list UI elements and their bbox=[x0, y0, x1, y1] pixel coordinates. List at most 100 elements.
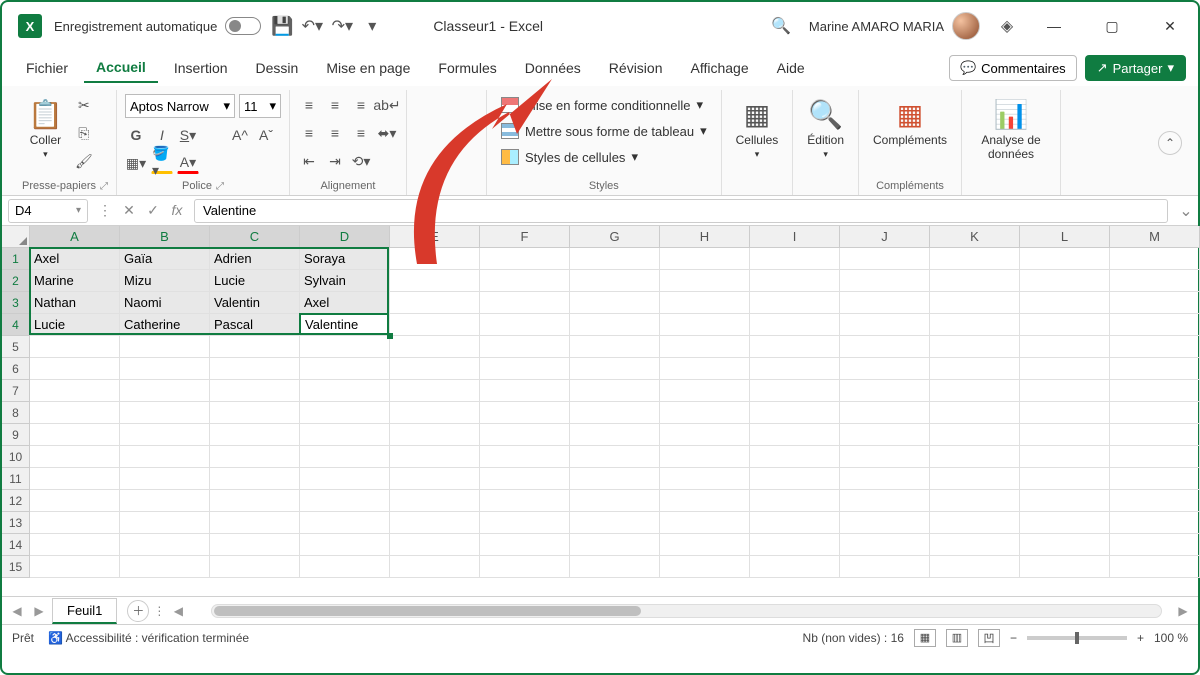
save-icon[interactable]: 💾 bbox=[273, 17, 291, 35]
cell[interactable] bbox=[570, 468, 660, 490]
cell[interactable] bbox=[300, 336, 390, 358]
cell[interactable] bbox=[120, 402, 210, 424]
name-box[interactable]: D4▾ bbox=[8, 199, 88, 223]
cell[interactable] bbox=[210, 490, 300, 512]
cell[interactable] bbox=[750, 490, 840, 512]
align-bottom-icon[interactable]: ≡ bbox=[350, 94, 372, 116]
column-header[interactable]: A bbox=[30, 226, 120, 248]
hscroll-left-icon[interactable]: ◀ bbox=[169, 604, 187, 618]
row-header[interactable]: 14 bbox=[2, 534, 30, 556]
tab-view[interactable]: Affichage bbox=[679, 54, 761, 82]
cell[interactable] bbox=[1020, 336, 1110, 358]
column-header[interactable]: E bbox=[390, 226, 480, 248]
cell[interactable] bbox=[1020, 270, 1110, 292]
cell[interactable] bbox=[30, 534, 120, 556]
cell[interactable] bbox=[840, 336, 930, 358]
cell[interactable] bbox=[1110, 556, 1200, 578]
row-header[interactable]: 7 bbox=[2, 380, 30, 402]
cell[interactable] bbox=[570, 402, 660, 424]
cell[interactable] bbox=[30, 336, 120, 358]
column-header[interactable]: C bbox=[210, 226, 300, 248]
column-header[interactable]: D bbox=[300, 226, 390, 248]
grow-font-icon[interactable]: A^ bbox=[229, 124, 251, 146]
cancel-edit-icon[interactable]: ✕ bbox=[118, 202, 140, 219]
cell[interactable] bbox=[480, 446, 570, 468]
cancel-formula-icon[interactable]: ⋮ bbox=[94, 202, 116, 219]
cell[interactable] bbox=[300, 358, 390, 380]
cell[interactable] bbox=[570, 424, 660, 446]
cell[interactable] bbox=[480, 534, 570, 556]
cell[interactable] bbox=[1020, 534, 1110, 556]
minimize-button[interactable]: — bbox=[1034, 10, 1074, 42]
cell[interactable] bbox=[930, 402, 1020, 424]
cell[interactable] bbox=[210, 446, 300, 468]
cell[interactable] bbox=[1110, 424, 1200, 446]
cell[interactable] bbox=[210, 468, 300, 490]
cell[interactable] bbox=[1110, 468, 1200, 490]
cell[interactable] bbox=[660, 534, 750, 556]
cell[interactable] bbox=[210, 534, 300, 556]
cell[interactable] bbox=[1110, 358, 1200, 380]
cell[interactable] bbox=[1020, 248, 1110, 270]
cell[interactable] bbox=[570, 292, 660, 314]
cell[interactable] bbox=[480, 424, 570, 446]
format-painter-icon[interactable]: 🖌 bbox=[73, 150, 95, 172]
cell[interactable] bbox=[750, 424, 840, 446]
merge-button[interactable]: ⬌▾ bbox=[376, 122, 398, 144]
cell-styles-button[interactable]: Styles de cellules ▾ bbox=[495, 146, 644, 168]
tab-help[interactable]: Aide bbox=[765, 54, 817, 82]
cell[interactable]: Naomi bbox=[120, 292, 210, 314]
cell[interactable] bbox=[660, 292, 750, 314]
cell[interactable] bbox=[1110, 534, 1200, 556]
hscroll-right-icon[interactable]: ▶ bbox=[1174, 604, 1192, 618]
cell[interactable] bbox=[750, 446, 840, 468]
cell[interactable] bbox=[480, 402, 570, 424]
cell[interactable] bbox=[660, 314, 750, 336]
cell[interactable] bbox=[750, 402, 840, 424]
cell[interactable] bbox=[840, 402, 930, 424]
cell[interactable] bbox=[120, 358, 210, 380]
row-header[interactable]: 12 bbox=[2, 490, 30, 512]
cell[interactable] bbox=[120, 336, 210, 358]
cells-button[interactable]: ▦ Cellules ▾ bbox=[730, 94, 785, 164]
font-size-combo[interactable]: 11▾ bbox=[239, 94, 281, 118]
undo-icon[interactable]: ↶▾ bbox=[303, 17, 321, 35]
cell[interactable] bbox=[480, 468, 570, 490]
cell[interactable] bbox=[660, 556, 750, 578]
orientation-icon[interactable]: ⟲▾ bbox=[350, 150, 372, 172]
cell[interactable] bbox=[390, 292, 480, 314]
cell[interactable] bbox=[1110, 380, 1200, 402]
cell[interactable]: Valentine bbox=[300, 314, 390, 336]
align-center-icon[interactable]: ≡ bbox=[324, 122, 346, 144]
cell[interactable] bbox=[30, 490, 120, 512]
collapse-ribbon-button[interactable]: ⌃ bbox=[1158, 131, 1182, 155]
cell[interactable] bbox=[480, 490, 570, 512]
sheet-nav-next-icon[interactable]: ▶ bbox=[30, 604, 48, 618]
cell[interactable] bbox=[300, 512, 390, 534]
cell[interactable] bbox=[750, 556, 840, 578]
align-right-icon[interactable]: ≡ bbox=[350, 122, 372, 144]
shrink-font-icon[interactable]: Aˇ bbox=[255, 124, 277, 146]
formula-bar[interactable]: Valentine bbox=[194, 199, 1168, 223]
cell[interactable] bbox=[1110, 402, 1200, 424]
cell[interactable] bbox=[210, 358, 300, 380]
cell[interactable]: Axel bbox=[300, 292, 390, 314]
cell[interactable] bbox=[300, 380, 390, 402]
cell[interactable] bbox=[1020, 402, 1110, 424]
cell[interactable] bbox=[390, 358, 480, 380]
cell[interactable] bbox=[1020, 292, 1110, 314]
maximize-button[interactable]: ▢ bbox=[1092, 10, 1132, 42]
strike-button[interactable] bbox=[203, 124, 225, 146]
cell[interactable] bbox=[660, 336, 750, 358]
cell[interactable] bbox=[750, 468, 840, 490]
cell[interactable] bbox=[1110, 336, 1200, 358]
cell[interactable] bbox=[660, 380, 750, 402]
cell[interactable] bbox=[750, 314, 840, 336]
cell[interactable] bbox=[210, 336, 300, 358]
cell[interactable] bbox=[750, 534, 840, 556]
font-color-button[interactable]: A▾ bbox=[177, 152, 199, 174]
cell[interactable] bbox=[840, 358, 930, 380]
format-as-table-button[interactable]: Mettre sous forme de tableau ▾ bbox=[495, 120, 713, 142]
analyze-data-button[interactable]: 📊 Analyse de données bbox=[970, 94, 1052, 165]
row-header[interactable]: 15 bbox=[2, 556, 30, 578]
